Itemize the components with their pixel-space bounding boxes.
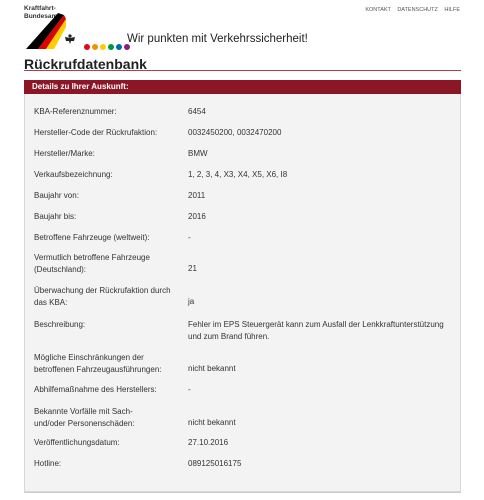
title-divider xyxy=(24,70,461,71)
detail-label: Baujahr von: xyxy=(34,191,79,200)
detail-value: 0032450200, 0032470200 xyxy=(188,128,282,137)
detail-label: Vermutlich betroffene Fahrzeuge (Deutsch… xyxy=(34,253,150,274)
detail-value: 1, 2, 3, 4, X3, X4, X5, X6, I8 xyxy=(188,170,288,179)
detail-value: Fehler im EPS Steuergerät kann zum Ausfa… xyxy=(188,320,444,341)
detail-value: nicht bekannt xyxy=(188,418,236,427)
panel-header: Details zu Ihrer Auskunft: xyxy=(24,80,461,94)
datenschutz-link[interactable]: DATENSCHUTZ xyxy=(397,7,438,13)
dot-icon xyxy=(92,44,98,50)
flag-swoosh-icon xyxy=(26,13,66,49)
detail-label: Bekannte Vorfälle mit Sach- und/oder Per… xyxy=(34,407,135,428)
detail-label: KBA-Referenznummer: xyxy=(34,107,117,116)
slogan: Wir punkten mit Verkehrssicherheit! xyxy=(127,33,308,45)
detail-label: Verkaufsbezeichnung: xyxy=(34,170,113,179)
authority-line-1: Kraftfahrt- xyxy=(24,5,56,12)
detail-label: Hersteller-Code der Rückrufaktion: xyxy=(34,128,158,137)
detail-label: Hersteller/Marke: xyxy=(34,149,95,158)
detail-label: Beschreibung: xyxy=(34,320,86,329)
top-links: KONTAKT DATENSCHUTZ HILFE xyxy=(360,7,460,13)
dot-icon xyxy=(116,44,122,50)
detail-label: Überwachung der Rückrufaktion durch das … xyxy=(34,286,171,307)
detail-label: Mögliche Einschränkungen der betroffenen… xyxy=(34,353,162,374)
dot-icon xyxy=(100,44,106,50)
detail-value: nicht bekannt xyxy=(188,364,236,373)
federal-eagle-icon xyxy=(65,34,75,44)
detail-value: 6454 xyxy=(188,107,206,116)
detail-value: - xyxy=(188,385,191,394)
detail-label: Baujahr bis: xyxy=(34,212,77,221)
dot-icon xyxy=(108,44,114,50)
detail-label: Veröffentlichungsdatum: xyxy=(34,438,120,447)
detail-value: 21 xyxy=(188,264,197,273)
kontakt-link[interactable]: KONTAKT xyxy=(365,7,390,13)
colored-dots xyxy=(84,37,132,50)
detail-value: BMW xyxy=(188,149,208,158)
detail-value: 089125016175 xyxy=(188,459,242,468)
detail-value: - xyxy=(188,233,191,242)
detail-label: Abhilfemaßnahme des Herstellers: xyxy=(34,385,157,394)
detail-value: 27.10.2016 xyxy=(188,438,229,447)
site-header: Kraftfahrt- Bundesamt Wir punkten mit Ve… xyxy=(0,0,484,56)
hilfe-link[interactable]: HILFE xyxy=(444,7,460,13)
detail-value: 2011 xyxy=(188,191,206,200)
dot-icon xyxy=(84,44,90,50)
detail-label: Hotline: xyxy=(34,459,62,468)
detail-value: ja xyxy=(188,297,195,306)
detail-value: 2016 xyxy=(188,212,206,221)
panel-bottom-divider xyxy=(24,492,461,493)
detail-label: Betroffene Fahrzeuge (weltweit): xyxy=(34,233,150,242)
